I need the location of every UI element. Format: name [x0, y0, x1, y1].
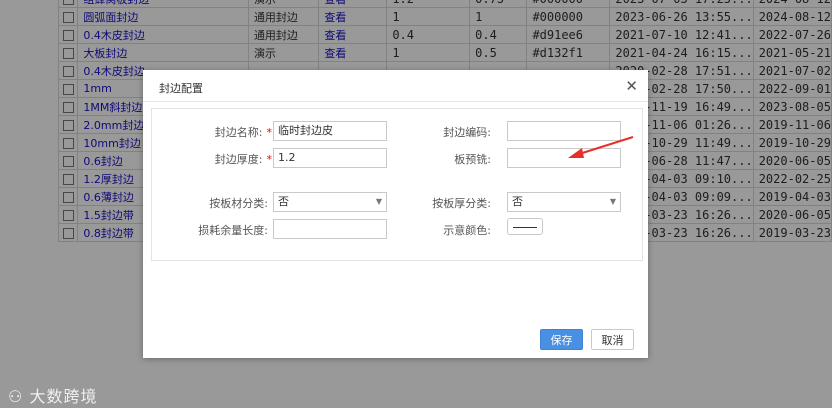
watermark-logo: ⚇ 大数跨境 — [8, 387, 98, 406]
red-arrow-annotation — [568, 136, 634, 158]
